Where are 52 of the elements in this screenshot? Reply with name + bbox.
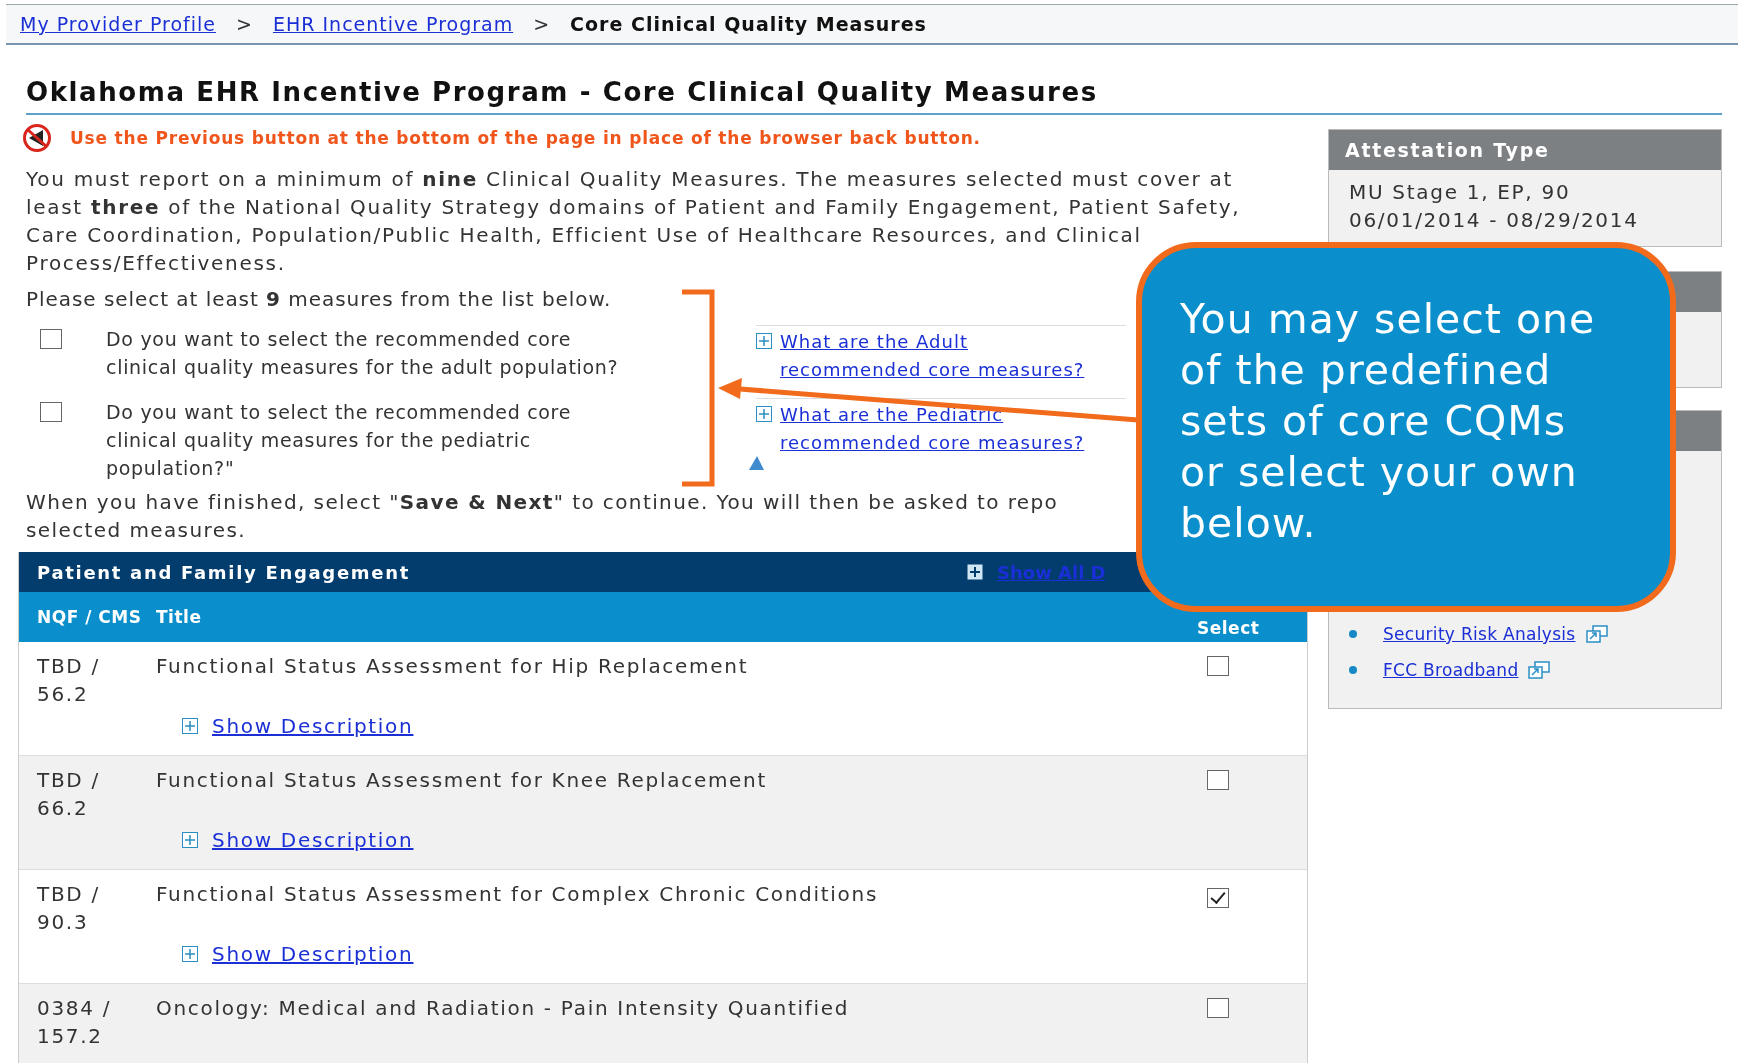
panel-header: Attestation Type <box>1329 130 1721 170</box>
table-cell-text: Functional Status Assessment for Hip Replacement <box>156 653 750 680</box>
table-cell-text: Functional Status Assessment for Knee Replacement <box>156 767 768 794</box>
expand-icon <box>182 946 198 962</box>
resource-link[interactable]: FCC Broadband <box>1383 660 1519 680</box>
warning-text: Use the Previous button at the bottom of the page in place of the browser back button. <box>70 128 981 148</box>
checkbox[interactable] <box>1207 656 1229 676</box>
expand-icon <box>967 564 983 580</box>
table-cell-text: TBD / 66.2 <box>36 767 101 822</box>
column-header: NQF / CMS <box>36 608 143 626</box>
checkbox[interactable] <box>40 329 62 349</box>
column-header: Title <box>156 607 203 627</box>
question-text: Do you want to select the recommended core clinical quality measures for the pediatric population?" <box>106 400 573 481</box>
page-title: Oklahoma EHR Incentive Program - Core Clinical Quality Measures <box>26 77 1722 115</box>
select-prompt: Please select at least 9 measures from the list below. <box>26 286 612 313</box>
attestation-value: 06/01/2014 - 08/29/2014 <box>1349 207 1640 234</box>
callout-text: You may select one of the predefined sets of core CQMs or select your own below. <box>1180 294 1597 549</box>
question-text: Do you want to select the recommended core clinical quality measures for the adult population? <box>106 327 620 380</box>
instructions-text: When you have finished, select "Save & Next" to continue. You will then be asked to repo selected measures. <box>26 489 1059 544</box>
expand-icon <box>756 406 772 422</box>
expand-icon <box>756 333 772 349</box>
external-window-icon <box>1528 661 1551 679</box>
breadcrumb-separator: > <box>236 13 253 35</box>
info-link[interactable]: What are the Adult recommended core measures? <box>780 328 1085 384</box>
breadcrumb-link[interactable]: My Provider Profile <box>20 13 217 35</box>
checkbox[interactable] <box>40 402 62 422</box>
table-cell-text: 0384 / 157.2 <box>36 995 113 1050</box>
table-cell-text: TBD / 56.2 <box>36 653 101 708</box>
breadcrumb-current: Core Clinical Quality Measures <box>570 13 927 35</box>
checkbox[interactable] <box>1207 770 1229 790</box>
breadcrumb-separator: > <box>533 13 551 35</box>
bullet <box>1349 666 1357 674</box>
expand-icon <box>182 718 198 734</box>
pointer-icon <box>749 456 764 470</box>
expand-icon <box>182 832 198 848</box>
show-description-link[interactable]: Show Description <box>212 828 414 852</box>
info-link[interactable]: What are the Pediatric recommended core measures? <box>780 401 1085 457</box>
attestation-value: MU Stage 1, EP, 90 <box>1349 179 1572 206</box>
checkbox[interactable] <box>1207 998 1229 1018</box>
breadcrumb-link[interactable]: EHR Incentive Program <box>272 13 514 35</box>
show-description-link[interactable]: Show Description <box>212 942 414 966</box>
external-window-icon <box>1585 625 1608 643</box>
table-cell-text: Oncology: Medical and Radiation - Pain Intensity Quantified <box>156 995 851 1022</box>
show-description-link[interactable]: Show Description <box>212 714 414 738</box>
table-cell-text: Functional Status Assessment for Complex Chronic Conditions <box>156 881 879 908</box>
table-cell-text: TBD / 90.3 <box>36 881 101 936</box>
resource-link[interactable]: Security Risk Analysis <box>1383 624 1576 644</box>
section-title: Patient and Family Engagement <box>37 561 411 583</box>
checkbox[interactable] <box>1207 888 1229 908</box>
column-header: Select <box>1197 618 1261 640</box>
bullet <box>1349 630 1357 638</box>
instructions-text: You must report on a minimum of nine Clinical Quality Measures. The measures selected must cover at least three of the National Quality Strategy domains of Patient and Family Engagement, Patient Safety, Care Coordination, Population/Public Health, Efficient Use of Healthcare Resources, and Clinical Process/Effectiveness. <box>26 166 1241 277</box>
